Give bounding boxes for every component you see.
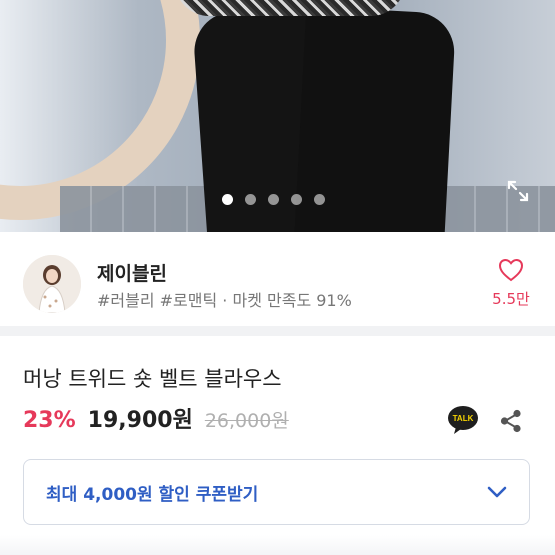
share-icon[interactable]: [498, 408, 524, 434]
shop-avatar[interactable]: [23, 255, 81, 313]
heart-icon: [498, 258, 524, 282]
talk-badge-text: TALK: [453, 414, 474, 423]
gallery-dot[interactable]: [245, 194, 256, 205]
bottom-divider: [0, 535, 555, 555]
gallery-dot[interactable]: [222, 194, 233, 205]
gallery-dot[interactable]: [291, 194, 302, 205]
expand-icon[interactable]: [506, 179, 530, 203]
kakao-talk-icon[interactable]: TALK: [447, 405, 479, 435]
like-count: 5.5만: [492, 290, 530, 308]
product-title: 머낭 트위드 숏 벨트 블라우스: [23, 367, 282, 391]
shop-info: 제이블린 #러블리 #로맨틱 · 마켓 만족도 91% 5.5만: [0, 232, 555, 336]
original-price: 26,000원: [204, 410, 289, 432]
coupon-label: 최대 4,000원 할인 쿠폰받기: [46, 484, 259, 505]
photo-tweed-hem: [175, 0, 405, 16]
shop-name[interactable]: 제이블린: [97, 259, 167, 286]
gallery-pagination: [222, 194, 325, 205]
like-button[interactable]: 5.5만: [488, 258, 534, 309]
shop-tags: #러블리 #로맨틱 · 마켓 만족도 91%: [97, 291, 352, 310]
chevron-down-icon: [487, 486, 507, 498]
gallery-dot[interactable]: [314, 194, 325, 205]
gallery-dot[interactable]: [268, 194, 279, 205]
shop-avatar-image: [23, 255, 81, 313]
coupon-download-button[interactable]: 최대 4,000원 할인 쿠폰받기: [23, 459, 530, 525]
price-row: 23% 19,900원 26,000원: [23, 402, 289, 434]
sale-price: 19,900원: [87, 408, 193, 433]
discount-rate: 23%: [23, 408, 76, 433]
product-image-gallery[interactable]: [0, 0, 555, 232]
